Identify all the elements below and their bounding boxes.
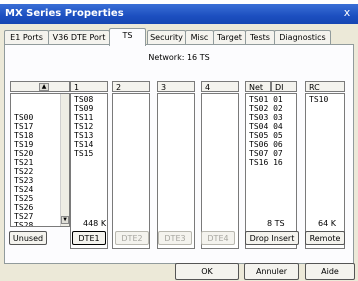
unused-ts-item[interactable]: TS26 (14, 203, 59, 212)
unused-list[interactable]: TS00 TS17 TS18 TS19 TS20 TS21 TS22 TS23 TS24 TS25… (10, 93, 70, 227)
dte1-ts-item[interactable]: TS09 (74, 104, 104, 113)
scroll-up-icon[interactable]: ▲ (39, 83, 49, 91)
tab-security[interactable]: Security (147, 30, 186, 45)
unused-items: TS00 TS17 TS18 TS19 TS20 TS21 TS22 TS23 TS24 TS25… (14, 113, 59, 226)
net-dl-row[interactable]: TS02 02 (249, 104, 293, 113)
unused-ts-item[interactable]: TS27 (14, 212, 59, 221)
net-dl-row[interactable]: TS05 05 (249, 131, 293, 140)
unused-button[interactable]: Unused (9, 231, 47, 245)
net-dl-row[interactable]: TS16 16 (249, 158, 293, 167)
close-icon[interactable]: x (340, 6, 354, 20)
net-dl-row[interactable]: TS03 03 (249, 113, 293, 122)
dte2-list[interactable] (112, 93, 150, 249)
tab-tests[interactable]: Tests (245, 30, 275, 45)
unused-ts-item[interactable]: TS19 (14, 140, 59, 149)
tab-diagnostics[interactable]: Diagnostics (274, 30, 331, 45)
tab-misc[interactable]: Misc (185, 30, 214, 45)
unused-ts-item[interactable]: TS28 (14, 221, 59, 226)
dte3-column: 3 (157, 81, 195, 249)
dte3-button[interactable]: DTE3 (158, 231, 192, 245)
unused-scrollbar[interactable]: ▼ (60, 94, 69, 226)
dte2-header: 2 (112, 81, 150, 92)
tab-v36-dte-port[interactable]: V36 DTE Port (48, 30, 110, 45)
dte2-column: 2 (112, 81, 150, 249)
net-dl-items: TS01 01 TS02 02 TS03 03 TS04 04 TS05 05 TS06 … (249, 95, 293, 167)
title-bar: MX Series Properties x (0, 4, 358, 24)
rc-items: TS10 (309, 95, 341, 104)
remote-summary: 64 K (318, 219, 336, 228)
unused-ts-item[interactable]: TS17 (14, 122, 59, 131)
tab-ts[interactable]: TS (109, 28, 146, 46)
unused-header: ▲ (10, 81, 70, 92)
drop-insert-button[interactable]: Drop Insert (245, 231, 299, 245)
net-header: Net (245, 81, 271, 92)
dte1-summary: 448 K (83, 219, 107, 228)
rc-ts-item[interactable]: TS10 (309, 95, 341, 104)
net-dl-row[interactable]: TS06 06 (249, 140, 293, 149)
dte1-ts-item[interactable]: TS14 (74, 140, 104, 149)
scroll-down-icon[interactable]: ▼ (61, 216, 69, 224)
dte1-button[interactable]: DTE1 (72, 231, 106, 245)
dte4-column: 4 (201, 81, 239, 249)
unused-column: ▲ TS00 TS17 TS18 TS19 TS20 TS21 TS22 TS23 TS24 TS… (10, 81, 70, 249)
dl-header: DI (271, 81, 297, 92)
help-button[interactable]: Aide (305, 263, 355, 280)
window-title: MX Series Properties (5, 8, 124, 19)
network-label: Network: 16 TS (148, 53, 210, 62)
net-dl-row[interactable]: TS01 01 (249, 95, 293, 104)
net-dl-row[interactable]: TS04 04 (249, 122, 293, 131)
unused-ts-item[interactable]: TS25 (14, 194, 59, 203)
dte4-header: 4 (201, 81, 239, 92)
dte4-button[interactable]: DTE4 (201, 231, 235, 245)
unused-ts-item[interactable]: TS20 (14, 149, 59, 158)
dte3-header: 3 (157, 81, 195, 92)
dte1-ts-item[interactable]: TS13 (74, 131, 104, 140)
cancel-button[interactable]: Annuler (244, 263, 299, 280)
dte1-header: 1 (70, 81, 108, 92)
dte1-items: TS08 TS09 TS11 TS12 TS13 TS14 TS15 (74, 95, 104, 158)
dte1-ts-item[interactable]: TS15 (74, 149, 104, 158)
net-dl-row[interactable]: TS07 07 (249, 149, 293, 158)
ts-panel: Network: 16 TS ▲ TS00 TS17 TS18 TS19 TS20 TS2… (4, 44, 354, 264)
remote-button[interactable]: Remote (305, 231, 345, 245)
rc-header: RC (305, 81, 345, 92)
unused-ts-item[interactable]: TS23 (14, 176, 59, 185)
unused-ts-item[interactable]: TS22 (14, 167, 59, 176)
dte1-ts-item[interactable]: TS12 (74, 122, 104, 131)
ok-button[interactable]: OK (175, 263, 239, 280)
tab-target[interactable]: Target (213, 30, 246, 45)
dte1-ts-item[interactable]: TS11 (74, 113, 104, 122)
dte3-list[interactable] (157, 93, 195, 249)
unused-ts-item[interactable]: TS24 (14, 185, 59, 194)
unused-ts-item[interactable]: TS21 (14, 158, 59, 167)
drop-insert-summary: 8 TS (267, 219, 285, 228)
properties-window: MX Series Properties x E1 Ports V36 DTE … (0, 0, 358, 281)
unused-ts-item[interactable]: TS00 (14, 113, 59, 122)
dte2-button[interactable]: DTE2 (115, 231, 149, 245)
dte1-ts-item[interactable]: TS08 (74, 95, 104, 104)
tab-e1-ports[interactable]: E1 Ports (4, 30, 49, 45)
unused-ts-item[interactable]: TS18 (14, 131, 59, 140)
dte4-list[interactable] (201, 93, 239, 249)
